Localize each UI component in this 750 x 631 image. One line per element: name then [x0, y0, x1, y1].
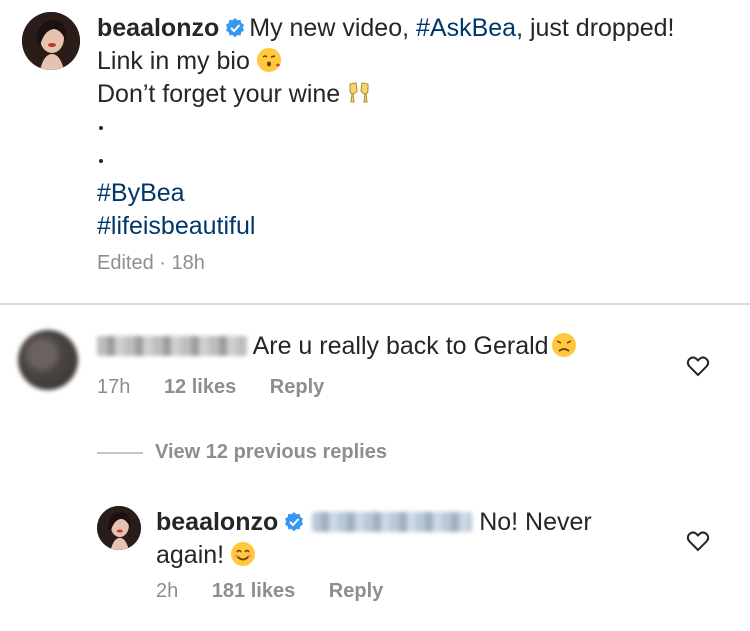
reply-mention-blurred[interactable] — [312, 512, 473, 532]
reply-time: 2h — [156, 580, 179, 602]
reply-likes[interactable]: 181 likes — [212, 580, 295, 603]
hashtag-bybea[interactable]: #ByBea — [97, 177, 737, 210]
view-replies-label: View 12 previous replies — [155, 441, 387, 463]
caption-dot-line — [97, 111, 737, 144]
caption-line-3: Don’t forget your wine — [97, 78, 737, 111]
reply-author-avatar[interactable] — [97, 506, 141, 550]
caption-text: beaalonzo My new video, #AskBea, just dro… — [97, 12, 737, 243]
author-avatar-image — [22, 12, 80, 70]
comment-1-reply-button[interactable]: Reply — [270, 376, 324, 399]
caption-dot — [99, 159, 103, 164]
like-heart-icon[interactable] — [686, 355, 710, 377]
commenter-avatar-blurred[interactable] — [18, 330, 78, 390]
caption-text-part: Don’t forget your wine — [97, 80, 341, 108]
comment-1-meta: 17h 12 likes Reply — [97, 376, 352, 399]
caption-line-1: beaalonzo My new video, #AskBea, just dro… — [97, 12, 737, 45]
verified-badge-icon — [285, 512, 304, 532]
reply-text: beaalonzo No! Never again! — [156, 506, 676, 572]
commenter-username-blurred[interactable] — [97, 336, 247, 356]
comment-1-likes[interactable]: 12 likes — [164, 376, 236, 399]
hashtag-askbea[interactable]: #AskBea — [416, 14, 516, 42]
comment-1-time: 17h — [97, 376, 131, 398]
caption-text-part: My new video, — [249, 14, 416, 42]
view-replies-line — [97, 451, 143, 454]
disappointed-face-emoji-icon — [551, 333, 576, 357]
caption-text-part: Link in my bio — [97, 47, 250, 75]
caption-text-part: , just dropped! — [516, 14, 675, 42]
reply-username[interactable]: beaalonzo — [156, 508, 278, 536]
kissing-face-emoji-icon — [256, 48, 281, 72]
post-caption: beaalonzo My new video, #AskBea, just dro… — [0, 0, 750, 304]
smiling-face-emoji-icon — [231, 542, 256, 566]
verified-badge-icon — [226, 18, 245, 38]
caption-dot — [99, 126, 103, 131]
caption-username[interactable]: beaalonzo — [97, 14, 219, 42]
reply-line-2: again! — [156, 539, 676, 572]
reply-reply-button[interactable]: Reply — [329, 580, 383, 603]
divider — [0, 303, 750, 305]
reply-body-part-2: again! — [156, 541, 225, 569]
view-previous-replies-button[interactable]: View 12 previous replies — [97, 441, 387, 464]
reply-line-1: beaalonzo No! Never — [156, 506, 676, 539]
caption-edited-time: Edited · 18h — [97, 252, 205, 274]
reply-meta: 2h 181 likes Reply — [156, 580, 411, 603]
reply-body-part-1: No! Never — [472, 508, 592, 536]
comment-1-body: Are u really back to Gerald — [252, 332, 549, 360]
like-heart-icon[interactable] — [686, 530, 710, 552]
reply-author-avatar-image — [97, 506, 141, 550]
caption-dot-line — [97, 144, 737, 177]
hashtag-lifeisbeautiful[interactable]: #lifeisbeautiful — [97, 210, 737, 243]
author-avatar[interactable] — [22, 12, 80, 70]
clinking-glasses-emoji-icon — [349, 82, 369, 103]
comment-1-text: Are u really back to Gerald — [97, 330, 577, 363]
caption-line-2: Link in my bio — [97, 45, 737, 78]
